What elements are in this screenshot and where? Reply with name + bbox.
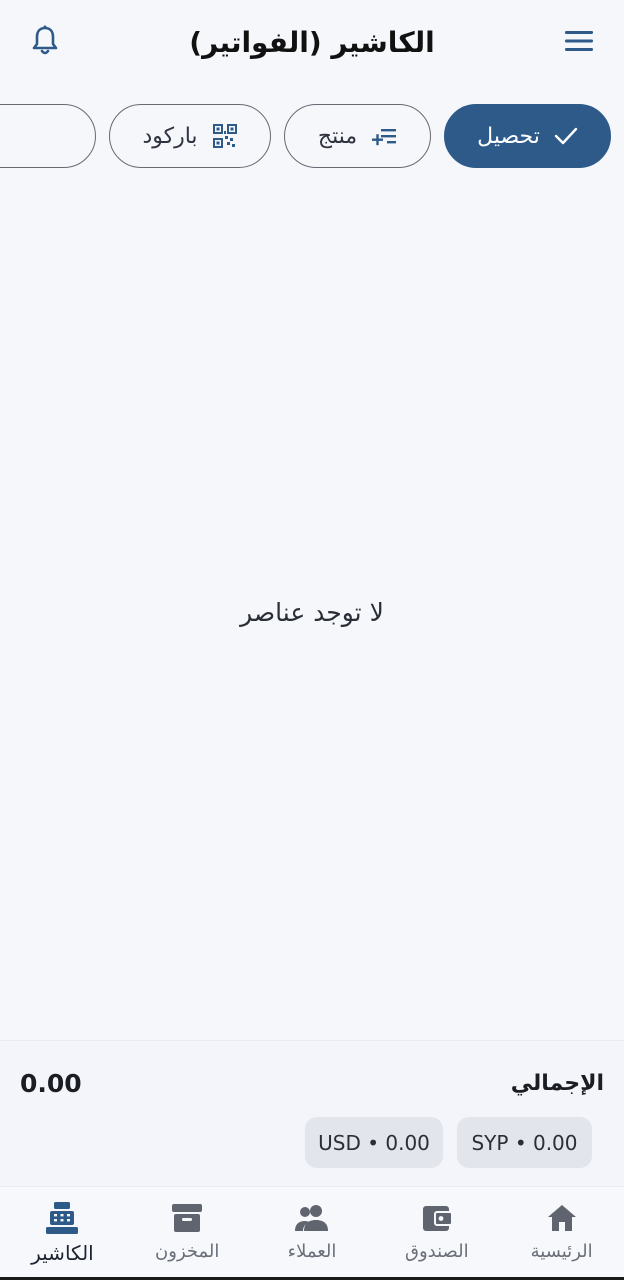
chip-product[interactable]: منتج <box>284 104 431 168</box>
nav-label: الكاشير <box>31 1241 94 1265</box>
total-label: الإجمالي <box>510 1071 604 1096</box>
home-icon <box>546 1201 578 1235</box>
qr-code-icon <box>212 123 238 149</box>
nav-label: المخزون <box>155 1241 220 1262</box>
people-icon <box>294 1201 330 1235</box>
wallet-icon <box>421 1201 453 1235</box>
page-title: الكاشير (الفواتير) <box>189 25 435 59</box>
notifications-button[interactable] <box>28 24 62 58</box>
archive-icon <box>171 1201 203 1235</box>
check-icon <box>554 126 578 146</box>
currency-pill-syp: SYP • 0.00 <box>457 1117 592 1168</box>
bottom-navigation: الرئيسية الصندوق العملاء المخزون الكاشير <box>0 1186 624 1280</box>
chip-label: باركود <box>142 123 198 149</box>
menu-button[interactable] <box>564 26 594 56</box>
totals-panel: الإجمالي 0.00 SYP • 0.00 USD • 0.00 <box>0 1040 624 1186</box>
action-chips: تحصيل منتج باركود <box>0 104 624 168</box>
total-amount: 0.00 <box>20 1069 82 1098</box>
nav-label: العملاء <box>287 1241 337 1262</box>
nav-item-inventory[interactable]: المخزون <box>125 1187 250 1280</box>
nav-item-customers[interactable]: العملاء <box>250 1187 375 1280</box>
nav-label: الصندوق <box>404 1241 469 1262</box>
nav-label: الرئيسية <box>530 1241 593 1262</box>
menu-icon <box>565 31 593 51</box>
nav-item-cashbox[interactable]: الصندوق <box>374 1187 499 1280</box>
app-bar: الكاشير (الفواتير) <box>0 0 624 84</box>
currency-pill-usd: USD • 0.00 <box>305 1117 443 1168</box>
playlist-add-icon <box>371 126 397 146</box>
chip-collect[interactable]: تحصيل <box>444 104 611 168</box>
chip-label: منتج <box>317 123 358 149</box>
empty-state-message: لا توجد عناصر <box>240 598 384 627</box>
bell-icon <box>32 25 58 55</box>
nav-item-cashier[interactable]: الكاشير <box>0 1187 125 1280</box>
chip-new-invoice[interactable]: فـ <box>0 104 96 168</box>
chip-label: تحصيل <box>477 123 540 149</box>
nav-item-home[interactable]: الرئيسية <box>499 1187 624 1280</box>
chip-barcode[interactable]: باركود <box>109 104 271 168</box>
cashier-screen: الكاشير (الفواتير) تحصيل منتج باركود لا … <box>0 0 624 1280</box>
cash-register-icon <box>45 1201 79 1235</box>
